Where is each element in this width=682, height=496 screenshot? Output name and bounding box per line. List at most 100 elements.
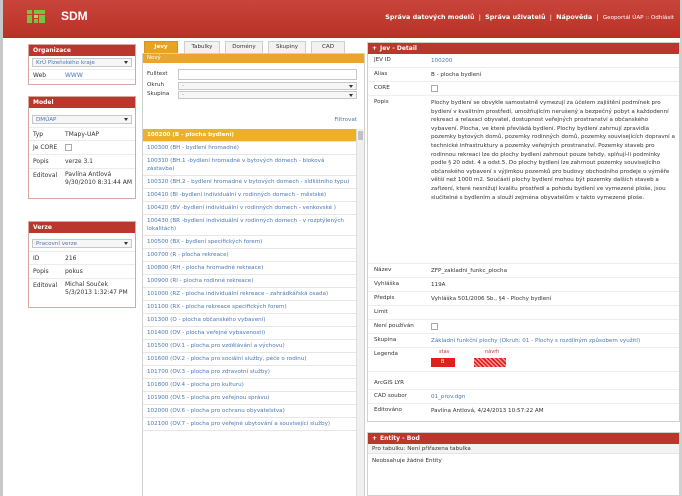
list-item[interactable]: 100200 (B - plocha bydlení) bbox=[143, 129, 356, 142]
tab-jevy[interactable]: Jevy bbox=[144, 41, 178, 53]
organizace-web-link[interactable]: WWW bbox=[65, 72, 83, 79]
fulltext-input[interactable] bbox=[178, 69, 357, 80]
detail-skupina-row: Skupina Základní funkční plochy (Okruh: … bbox=[368, 334, 679, 348]
detail-limit-row: Limit bbox=[368, 306, 679, 320]
detail-nazev-row: Název ZFP_zakladni_funkc_plocha bbox=[368, 264, 679, 278]
filter-link[interactable]: Filtrovat bbox=[334, 117, 357, 123]
list-item[interactable]: 100420 (BV -bydlení individuální v rodin… bbox=[143, 202, 356, 215]
tab-bar: Jevy Tabulky Domény Skupiny CAD bbox=[142, 39, 365, 53]
fulltext-row: Fulltext bbox=[143, 68, 364, 81]
model-panel: Model DMÚAP Typ TMapy-UAP Je CORE Popis … bbox=[28, 96, 136, 199]
model-select[interactable]: DMÚAP bbox=[32, 115, 132, 124]
list-item[interactable]: 100900 (RI - plocha rodinné rekreace) bbox=[143, 275, 356, 288]
list-item[interactable]: 100310 (BH.1 -bydlení hromadné v bytovýc… bbox=[143, 155, 356, 176]
detail-neni-pouzivan-row: Není používán bbox=[368, 320, 679, 334]
entity-empty-text: Neobsahuje žádné Entity bbox=[372, 458, 442, 464]
collapse-icon[interactable]: + bbox=[372, 435, 377, 442]
model-popis-row: Popis verze 3.1 bbox=[29, 155, 135, 169]
entity-subtitle: Pro tabulku: Není přiřazena tabulka bbox=[368, 444, 679, 454]
detail-jev-id-row: JEV ID 100200 bbox=[368, 54, 679, 68]
detail-cad-row: CAD soubor 01_prov.dgn bbox=[368, 390, 679, 404]
legend-stav-swatch: B bbox=[431, 358, 455, 367]
list-item[interactable]: 101700 (OV.3 - plocha pro zdravotní služ… bbox=[143, 366, 356, 379]
model-typ-row: Typ TMapy-UAP bbox=[29, 127, 135, 141]
nav-sprava-datovych-modelu[interactable]: Správa datových modelů bbox=[385, 13, 474, 21]
list-item[interactable]: 100700 (R - plocha rekreace) bbox=[143, 249, 356, 262]
list-item[interactable]: 100800 (RH - plocha hromadné rekreace) bbox=[143, 262, 356, 275]
entity-panel: + Entity - Bod Pro tabulku: Není přiřazen… bbox=[367, 432, 680, 496]
legend-navrh-swatch bbox=[474, 358, 506, 367]
list-item[interactable]: 100300 (BH - bydlení hromadné) bbox=[143, 142, 356, 155]
cad-file-link[interactable]: 01_prov.dgn bbox=[431, 393, 675, 402]
collapse-icon[interactable]: + bbox=[372, 45, 377, 52]
list-item[interactable]: 101800 (OV.4 - plocha pro kulturu) bbox=[143, 379, 356, 392]
verze-popis-row: Popis pokus bbox=[29, 265, 135, 279]
skupina-link[interactable]: Základní funkční plochy (Okruh: 01 - Plo… bbox=[431, 337, 675, 346]
detail-arcgis-row: ArcGIS LYR bbox=[368, 372, 679, 390]
tab-cad[interactable]: CAD bbox=[311, 41, 345, 53]
list-item[interactable]: 101600 (OV.2 - plocha pro sociální služb… bbox=[143, 353, 356, 366]
app-title: SDM bbox=[61, 9, 88, 23]
tab-tabulky[interactable]: Tabulky bbox=[184, 41, 220, 53]
jev-detail-title: + Jev - Detail bbox=[368, 43, 679, 54]
verze-editoval-row: Editoval Michal Souček 5/3/2013 1:32:47 … bbox=[33, 281, 128, 296]
list-item[interactable]: 102000 (OV.6 - plocha pro ochranu obyvat… bbox=[143, 405, 356, 418]
detail-vyhlaska-row: Vyhláška 119A bbox=[368, 278, 679, 292]
skupina-select[interactable]: - bbox=[178, 91, 357, 99]
app-header: SDM Správa datových modelů | Správa uživ… bbox=[3, 0, 680, 38]
verze-panel: Verze Pracovní verze ID 216 Popis pokus … bbox=[28, 221, 136, 308]
list-item[interactable]: 101300 (O - plocha občanského vybavení) bbox=[143, 314, 356, 327]
list-item[interactable]: 100500 (BX - bydlení specifických forem) bbox=[143, 236, 356, 249]
list-item[interactable]: 101500 (OV.1 - plocha pro vzdělávání a v… bbox=[143, 340, 356, 353]
chevron-down-icon bbox=[124, 61, 128, 64]
okruh-select[interactable]: - bbox=[178, 82, 357, 90]
detail-legenda-row: Legenda stav návrh B bbox=[368, 348, 679, 372]
organizace-web-row: Web WWW bbox=[29, 69, 135, 80]
chevron-down-icon bbox=[349, 85, 353, 88]
organizace-panel: Organizace KrÚ Plzeňského kraje Web WWW bbox=[28, 44, 136, 85]
list-item[interactable]: 101400 (OV - plocha veřejné vybavenosti) bbox=[143, 327, 356, 340]
list-item[interactable]: 101900 (OV.5 - plocha pro veřejnou správ… bbox=[143, 392, 356, 405]
user-logout-link[interactable]: Geoportál ÚAP :: Odhlásit bbox=[603, 15, 674, 21]
sdm-logo-icon bbox=[27, 10, 45, 23]
organizace-select[interactable]: KrÚ Plzeňského kraje bbox=[32, 58, 132, 67]
list-item[interactable]: 100320 (BH.2 - bydlení hromadné v bytový… bbox=[143, 176, 356, 189]
neni-pouzivan-checkbox[interactable] bbox=[431, 323, 438, 330]
list-item[interactable]: 100410 (BI -bydlení individuální v rodin… bbox=[143, 189, 356, 202]
nav-napoveda[interactable]: Nápověda bbox=[556, 13, 592, 21]
verze-id-row: ID 216 bbox=[29, 251, 135, 265]
new-jev-button[interactable]: Nový bbox=[143, 54, 364, 63]
scrollbar-thumb[interactable] bbox=[358, 131, 363, 140]
entity-title: + Entity - Bod bbox=[368, 433, 679, 444]
detail-alias-row: Alias B - plocha bydlení bbox=[368, 68, 679, 82]
detail-predpis-row: Předpis Vyhláška 501/2006 Sb., §4 - Ploc… bbox=[368, 292, 679, 306]
jev-detail-panel: + Jev - Detail JEV ID 100200 Alias B - pl… bbox=[367, 42, 680, 422]
jevy-list-panel: Nový Fulltext Okruh - Skupina - Filtrova… bbox=[142, 53, 365, 496]
detail-editovano-row: Editováno Pavlína Antlová, 4/24/2013 10:… bbox=[374, 407, 544, 414]
je-core-checkbox[interactable] bbox=[65, 144, 72, 151]
okruh-row: Okruh - bbox=[143, 81, 364, 90]
verze-select[interactable]: Pracovní verze bbox=[32, 239, 132, 248]
list-scrollbar[interactable] bbox=[356, 129, 364, 496]
window-frame-left bbox=[0, 0, 3, 496]
chevron-down-icon bbox=[124, 242, 128, 245]
top-navigation: Správa datových modelů | Správa uživatel… bbox=[385, 13, 674, 21]
chevron-down-icon bbox=[349, 94, 353, 97]
skupina-row: Skupina - bbox=[143, 90, 364, 99]
list-item[interactable]: 101000 (RZ - plocha individuální rekreac… bbox=[143, 288, 356, 301]
list-item[interactable]: 101100 (RX - plocha rekreace specifickýc… bbox=[143, 301, 356, 314]
tab-skupiny[interactable]: Skupiny bbox=[268, 41, 306, 53]
chevron-down-icon bbox=[124, 118, 128, 121]
model-je-core-row: Je CORE bbox=[29, 141, 135, 155]
core-checkbox[interactable] bbox=[431, 85, 438, 92]
model-title: Model bbox=[29, 97, 135, 108]
list-item[interactable]: 100430 (BR -bydlení individuální v rodin… bbox=[143, 215, 356, 236]
tab-domeny[interactable]: Domény bbox=[225, 41, 263, 53]
jevy-list: 100200 (B - plocha bydlení) 100300 (BH - … bbox=[143, 129, 356, 431]
detail-core-row: CORE bbox=[368, 82, 679, 96]
model-editoval-row: Editoval Pavlína Antlová 9/30/2010 8:31:… bbox=[33, 171, 132, 186]
nav-sprava-uzivatelu[interactable]: Správa uživatelů bbox=[485, 13, 545, 21]
organizace-title: Organizace bbox=[29, 45, 135, 56]
verze-title: Verze bbox=[29, 222, 135, 233]
list-item[interactable]: 102100 (OV.7 - plocha pro veřejné ubytov… bbox=[143, 418, 356, 431]
